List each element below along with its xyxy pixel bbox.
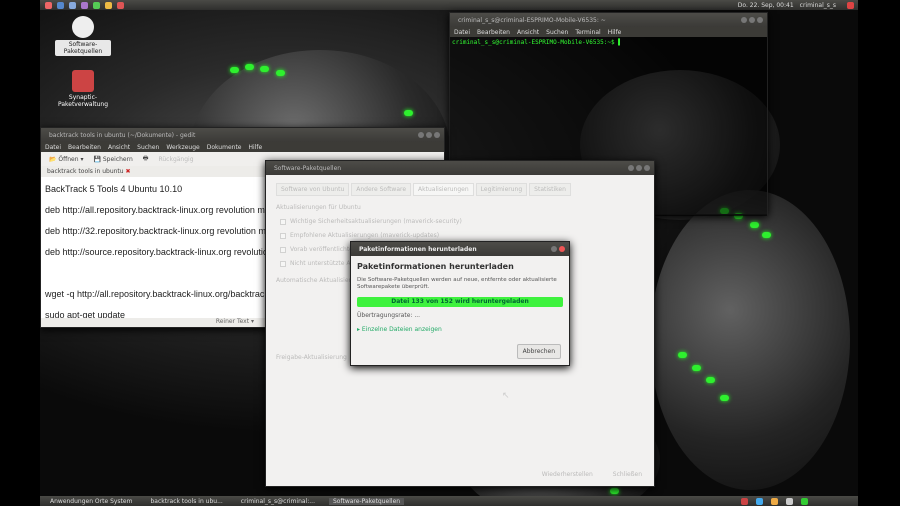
close-icon[interactable]: [644, 165, 650, 171]
tab-updates[interactable]: Aktualisierungen: [413, 183, 474, 196]
app-icon[interactable]: [117, 1, 124, 9]
menu-datei[interactable]: Datei: [454, 29, 470, 36]
checkbox-updates[interactable]: Empfohlene Aktualisierungen (maverick-up…: [280, 232, 640, 239]
menu-hilfe[interactable]: Hilfe: [608, 29, 622, 36]
close-tab-icon[interactable]: ✖: [126, 168, 131, 175]
minimize-icon[interactable]: [741, 17, 747, 23]
revert-button[interactable]: Wiederherstellen: [542, 471, 593, 478]
undo-button[interactable]: Rückgängig: [158, 156, 193, 163]
details-expander[interactable]: ▸ Einzelne Dateien anzeigen: [351, 320, 569, 339]
app-icon[interactable]: [81, 1, 88, 9]
app-icon[interactable]: [69, 1, 76, 9]
workspace-icon[interactable]: [801, 497, 808, 505]
menu-hilfe[interactable]: Hilfe: [249, 144, 263, 151]
menu-ansicht[interactable]: Ansicht: [517, 29, 539, 36]
minimize-icon[interactable]: [551, 246, 557, 252]
title-bar[interactable]: Paketinformationen herunterladen: [351, 242, 569, 256]
app-icon[interactable]: [57, 1, 64, 9]
close-icon[interactable]: [434, 132, 440, 138]
maximize-icon[interactable]: [749, 17, 755, 23]
firefox-icon[interactable]: [45, 1, 52, 9]
maximize-icon[interactable]: [636, 165, 642, 171]
close-button[interactable]: Schließen: [613, 471, 642, 478]
bottom-panel: Anwendungen Orte System backtrack tools …: [40, 496, 858, 506]
menu-suchen[interactable]: Suchen: [137, 144, 159, 151]
applications-menu[interactable]: Anwendungen Orte System: [46, 498, 136, 505]
minimize-icon[interactable]: [628, 165, 634, 171]
save-button[interactable]: 💾 Speichern: [93, 156, 132, 163]
menu-terminal[interactable]: Terminal: [575, 29, 600, 36]
language-select[interactable]: Reiner Text: [216, 318, 249, 325]
close-icon[interactable]: [559, 246, 565, 252]
menu-ansicht[interactable]: Ansicht: [108, 144, 130, 151]
task-software-sources[interactable]: Software-Paketquellen: [328, 497, 405, 505]
dialog-description: Die Software-Paketquellen werden auf neu…: [357, 277, 557, 290]
tray-icon[interactable]: [756, 497, 763, 505]
task-terminal[interactable]: criminal_s_s@criminal:...: [237, 498, 319, 505]
menu-dokumente[interactable]: Dokumente: [207, 144, 242, 151]
title-bar[interactable]: criminal_s_s@criminal-ESPRIMO-Mobile-V65…: [450, 13, 767, 27]
tray-icon[interactable]: [741, 497, 748, 505]
clock[interactable]: Do. 22. Sep, 00:41: [738, 2, 794, 9]
tray-icon[interactable]: [786, 497, 793, 505]
print-icon[interactable]: 🖶: [143, 154, 149, 164]
cancel-button[interactable]: Abbrechen: [516, 344, 561, 359]
menu-bearbeiten[interactable]: Bearbeiten: [68, 144, 101, 151]
synaptic-icon: [72, 70, 94, 92]
tab-statistics[interactable]: Statistiken: [529, 183, 571, 196]
task-gedit[interactable]: backtrack tools in ubu...: [146, 498, 226, 505]
tab-authentication[interactable]: Legitimierung: [475, 183, 528, 196]
dialog-heading: Paketinformationen herunterladen: [357, 262, 514, 271]
menu-werkzeuge[interactable]: Werkzeuge: [166, 144, 199, 151]
maximize-icon[interactable]: [426, 132, 432, 138]
desktop-icon-synaptic[interactable]: Synaptic-Paketverwaltung: [55, 70, 111, 108]
menu-bearbeiten[interactable]: Bearbeiten: [477, 29, 510, 36]
app-icon[interactable]: [93, 1, 100, 9]
top-panel: Do. 22. Sep, 00:41 criminal_s_s: [40, 0, 858, 10]
menu-suchen[interactable]: Suchen: [546, 29, 568, 36]
menu-datei[interactable]: Datei: [45, 144, 61, 151]
power-icon[interactable]: [847, 1, 854, 9]
progress-bar: Datei 133 von 152 wird heruntergeladen: [357, 297, 563, 307]
desktop-icon-software-sources[interactable]: Software-Paketquellen: [55, 16, 111, 56]
tray-icon[interactable]: [771, 497, 778, 505]
checkbox-security[interactable]: Wichtige Sicherheitsaktualisierungen (ma…: [280, 218, 640, 225]
title-bar[interactable]: backtrack tools in ubuntu (~/Dokumente) …: [41, 128, 444, 142]
mouse-cursor: ↖: [502, 391, 510, 401]
user-menu[interactable]: criminal_s_s: [800, 2, 836, 9]
title-bar[interactable]: Software-Paketquellen: [266, 161, 654, 175]
minimize-icon[interactable]: [418, 132, 424, 138]
transfer-rate: Übertragungsrate: ...: [357, 312, 421, 319]
tab-other-software[interactable]: Andere Software: [351, 183, 412, 196]
open-button[interactable]: 📂 Öffnen ▾: [49, 156, 83, 163]
close-icon[interactable]: [757, 17, 763, 23]
app-icon[interactable]: [105, 1, 112, 9]
tab-ubuntu-software[interactable]: Software von Ubuntu: [276, 183, 350, 196]
menu-bar: Datei Bearbeiten Ansicht Suchen Werkzeuge Dok…: [41, 142, 444, 152]
ubuntu-icon: [72, 16, 94, 38]
menu-bar: Datei Bearbeiten Ansicht Suchen Terminal Hilf…: [450, 27, 767, 37]
download-dialog[interactable]: Paketinformationen herunterladen Paketin…: [350, 241, 570, 366]
